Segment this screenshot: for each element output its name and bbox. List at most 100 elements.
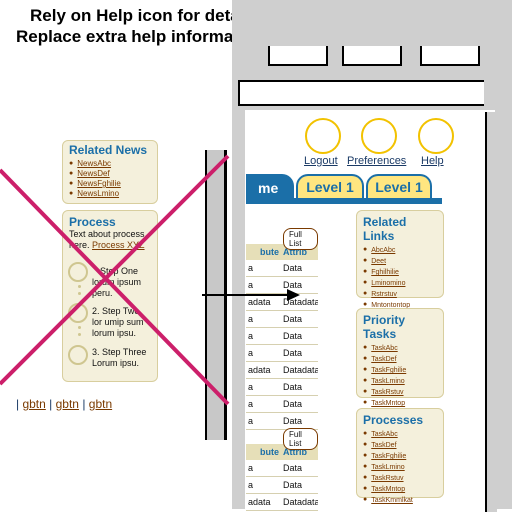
table-row: a Data (246, 477, 318, 494)
footer-link[interactable]: gbtn (89, 397, 112, 411)
table-header: bute (246, 444, 282, 460)
preferences-link[interactable]: Preferences (347, 155, 406, 167)
process-title: Process (69, 215, 116, 229)
preferences-circle-icon[interactable] (361, 118, 397, 154)
process-item-label[interactable]: TaskKmmlkat (371, 497, 413, 504)
related-news-item-label[interactable]: NewsAbc (77, 159, 111, 168)
process-item[interactable]: TaskMntop (363, 484, 437, 495)
priority-task-item[interactable]: TaskAbc (363, 343, 437, 354)
step-1-text: Step One lorum ipsum peru. (92, 266, 141, 299)
step-line: lorum ipsum (92, 277, 142, 287)
related-news-item[interactable]: NewsAbc (69, 159, 151, 169)
tab-level-1[interactable]: Level 1 (296, 174, 364, 198)
table-cell: a (246, 328, 282, 345)
priority-task-item[interactable]: TaskLmino (363, 376, 437, 387)
table-cell: a (246, 396, 282, 413)
logout-circle-icon[interactable] (305, 118, 341, 154)
process-item[interactable]: TaskLmino (363, 462, 437, 473)
process-item-label[interactable]: TaskDef (371, 442, 396, 449)
table-cell: Data (281, 477, 318, 494)
related-news-title: Related News (69, 143, 148, 157)
related-link-item-label[interactable]: Deet (371, 258, 386, 265)
related-news-item-label[interactable]: NewsFghilie (77, 179, 121, 188)
table-cell: Data (281, 345, 318, 362)
related-news-item-label[interactable]: NewsDef (77, 169, 109, 178)
logout-link[interactable]: Logout (304, 155, 338, 167)
table-cell: a (246, 311, 282, 328)
tab-level-1-second[interactable]: Level 1 (366, 174, 432, 198)
table-cell: Data (281, 260, 318, 277)
full-list-button[interactable]: Full List (283, 228, 318, 250)
table-row: a Data (246, 379, 318, 396)
priority-task-item-label[interactable]: TaskMntop (371, 400, 405, 407)
process-item-label[interactable]: TaskFghilie (371, 453, 406, 460)
process-item-label[interactable]: TaskRstuv (371, 475, 403, 482)
table-row: adata Datadata (246, 362, 318, 379)
step-connector-dot (78, 326, 81, 329)
table-cell: a (246, 260, 282, 277)
process-intro: Text about process here. Process XYZ (69, 229, 151, 251)
related-link-item-label[interactable]: Fghilhilie (371, 269, 399, 276)
related-link-item-label[interactable]: AbcAbc (371, 247, 395, 254)
process-item[interactable]: TaskDef (363, 440, 437, 451)
related-news-item-label[interactable]: NewsLmino (77, 189, 119, 198)
priority-task-item[interactable]: TaskDef (363, 354, 437, 365)
related-link-item[interactable]: Lminomino (363, 278, 437, 289)
process-item[interactable]: TaskFghilie (363, 451, 437, 462)
process-item-label[interactable]: TaskLmino (371, 464, 404, 471)
priority-task-item[interactable]: TaskRstuv (363, 387, 437, 398)
related-news-item[interactable]: NewsLmino (69, 189, 151, 199)
step-connector-dot (78, 292, 81, 295)
process-item-label[interactable]: TaskAbc (371, 431, 397, 438)
related-link-item[interactable]: Deet (363, 256, 437, 267)
table-cell: adata (246, 294, 282, 311)
table-cell: a (246, 477, 282, 494)
step-line: 3. Step Three (92, 347, 147, 357)
process-item[interactable]: TaskRstuv (363, 473, 437, 484)
right-rail (485, 112, 497, 512)
step-line: lor umip sum (92, 317, 144, 327)
process-item[interactable]: TaskAbc (363, 429, 437, 440)
help-circle-icon[interactable] (418, 118, 454, 154)
full-list-button[interactable]: Full List (283, 428, 318, 450)
table-1: Full List bute Attrib a Data a Data adata Dat… (246, 228, 318, 430)
related-news-item[interactable]: NewsFghilie (69, 179, 151, 189)
priority-task-item-label[interactable]: TaskAbc (371, 345, 397, 352)
tab-bar-underline (246, 198, 442, 204)
related-link-item-label[interactable]: Lminomino (371, 280, 405, 287)
process-item[interactable]: TaskKmmlkat (363, 495, 437, 506)
processes-title: Processes (363, 413, 424, 427)
priority-task-item[interactable]: TaskFghilie (363, 365, 437, 376)
step-connector-dot (78, 333, 81, 336)
process-item-label[interactable]: TaskMntop (371, 486, 405, 493)
related-link-item[interactable]: Rstrstuv (363, 289, 437, 300)
step-3-circle-icon (68, 345, 88, 365)
step-1-circle-icon (68, 262, 88, 282)
related-link-item-label[interactable]: Rstrstuv (371, 291, 397, 298)
table-cell: Data (281, 396, 318, 413)
table-row: a Data (246, 277, 318, 294)
window-sketch-bar (238, 80, 484, 106)
priority-task-item-label[interactable]: TaskDef (371, 356, 396, 363)
table-cell: Datadata (281, 494, 318, 511)
processes-panel: Processes TaskAbc TaskDef TaskFghilie TaskL… (356, 408, 444, 504)
priority-task-item-label[interactable]: TaskFghilie (371, 367, 406, 374)
related-news-item[interactable]: NewsDef (69, 169, 151, 179)
process-xyz-link[interactable]: Process XYZ (92, 240, 145, 250)
footer-link[interactable]: gbtn (22, 397, 45, 411)
window-sketch-box-3 (420, 46, 480, 66)
priority-task-item-label[interactable]: TaskRstuv (371, 389, 403, 396)
table-row: adata Datadata (246, 294, 318, 311)
related-link-item[interactable]: AbcAbc (363, 245, 437, 256)
priority-task-item-label[interactable]: TaskLmino (371, 378, 404, 385)
left-mockup-rail (205, 150, 227, 440)
step-line: 2. Step Two (92, 306, 140, 316)
table-cell: adata (246, 494, 282, 511)
related-link-item[interactable]: Fghilhilie (363, 267, 437, 278)
help-link[interactable]: Help (421, 155, 444, 167)
step-line: peru. (92, 288, 113, 298)
footer-link[interactable]: gbtn (56, 397, 79, 411)
table-row: a Data (246, 260, 318, 277)
table-header: bute (246, 244, 282, 260)
step-line: Lorum ipsu. (92, 358, 140, 368)
